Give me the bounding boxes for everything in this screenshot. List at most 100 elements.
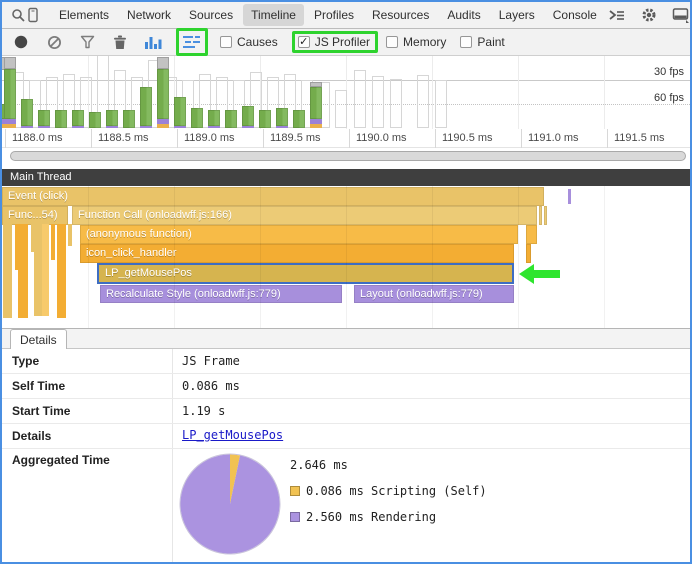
fps-frame-bar (55, 110, 67, 128)
fps-frame-outline (335, 90, 347, 128)
settings-gear-icon[interactable] (638, 4, 660, 26)
fps-overview-chart[interactable]: 30 fps 60 fps (2, 56, 690, 129)
fps-bar-purple-segment (276, 126, 288, 128)
flame-sliver[interactable] (526, 244, 531, 263)
main-thread-label: Main Thread (10, 171, 72, 183)
horizontal-scrollbar[interactable] (10, 151, 686, 161)
details-tab[interactable]: Details (10, 329, 67, 350)
gridline (174, 186, 175, 328)
overview-bars-icon[interactable] (143, 32, 163, 52)
causes-checkbox[interactable]: Causes (220, 35, 278, 49)
console-drawer-icon[interactable] (606, 4, 628, 26)
gridline (432, 186, 433, 328)
fps-bar-gray-cap (157, 57, 169, 69)
gridline (604, 56, 605, 129)
flame-chart-view-icon[interactable] (182, 32, 202, 52)
fps-frame-bar (242, 106, 254, 126)
tab-audits[interactable]: Audits (439, 4, 488, 26)
inspect-element-icon[interactable] (10, 4, 26, 26)
details-row-self-time: Self Time 0.086 ms (2, 374, 690, 399)
fps-frame-bar (106, 110, 118, 126)
flame-bar-func-truncated[interactable]: Func...54) (2, 206, 68, 225)
fps-bar-gray-cap (310, 82, 322, 87)
ruler-label: 1191.0 ms (521, 129, 607, 148)
flame-stack-stripe (18, 224, 28, 318)
fps-frame-bar (276, 108, 288, 126)
gridline (432, 56, 433, 129)
pie-total: 2.646 ms (290, 458, 348, 472)
flame-bar-lp-getmousepos-selected[interactable]: LP_getMousePos (97, 263, 514, 284)
details-tabbar: Details (2, 328, 690, 349)
paint-checkbox[interactable]: Paint (460, 35, 504, 49)
flame-stack-stripe (51, 224, 55, 260)
flame-sliver[interactable] (544, 206, 547, 225)
flame-bar-icon-click-handler[interactable]: icon_click_handler (80, 244, 514, 263)
details-row-details: Details LP_getMousePos (2, 424, 690, 449)
main-thread-header[interactable]: Main Thread (2, 169, 690, 186)
clear-button[interactable] (44, 32, 64, 52)
green-arrow-icon (519, 264, 534, 284)
row-value: 0.086 ms (182, 379, 240, 393)
flame-chart[interactable]: Event (click) Func...54) Function Call (… (2, 186, 690, 328)
memory-checkbox-label: Memory (403, 35, 446, 49)
fps-bar-orange-segment (310, 124, 322, 128)
tab-elements[interactable]: Elements (51, 4, 117, 26)
fps-frame-outline (390, 79, 402, 128)
legend-text: 0.086 ms Scripting (Self) (306, 484, 487, 498)
flame-bar-function-call[interactable]: Function Call (onloadwff.js:166) (72, 206, 537, 225)
flame-stack-stripe (57, 224, 66, 318)
legend-text: 2.560 ms Rendering (306, 510, 436, 524)
paint-checkbox-label: Paint (477, 35, 504, 49)
legend-item-rendering: 2.560 ms Rendering (290, 510, 436, 524)
fps-frame-bar (174, 97, 186, 126)
trash-icon[interactable] (110, 32, 130, 52)
fps-frame-bar (38, 110, 50, 126)
flame-bar-event-click[interactable]: Event (click) (2, 187, 544, 206)
row-label: Self Time (12, 379, 65, 393)
fps-bar-purple-segment (174, 126, 186, 128)
flame-stack-stripe (34, 224, 42, 316)
fps-bar-orange-segment (157, 124, 169, 128)
details-table: Type JS Frame Self Time 0.086 ms Start T… (2, 349, 690, 564)
gridline (260, 186, 261, 328)
memory-checkbox-box (386, 36, 398, 48)
flame-stack-stripe (3, 224, 12, 318)
causes-checkbox-box (220, 36, 232, 48)
row-label: Type (12, 354, 39, 368)
flame-bar-anonymous-function[interactable]: (anonymous function) (80, 225, 518, 244)
rendering-swatch (290, 512, 300, 522)
fps-frame-bar (72, 110, 84, 126)
memory-checkbox[interactable]: Memory (386, 35, 446, 49)
devtools-window: Elements Network Sources Timeline Profil… (0, 0, 692, 564)
green-arrow-shaft (533, 270, 560, 278)
js-profiler-checkbox-label: JS Profiler (315, 35, 370, 49)
dock-side-icon[interactable] (670, 4, 692, 26)
tab-layers[interactable]: Layers (491, 4, 543, 26)
fps-frame-outline (354, 70, 366, 128)
tab-console[interactable]: Console (545, 4, 605, 26)
device-mode-icon[interactable] (26, 4, 40, 26)
record-button[interactable] (11, 32, 31, 52)
tab-timeline[interactable]: Timeline (243, 4, 304, 26)
flame-sliver[interactable] (539, 206, 542, 225)
tab-resources[interactable]: Resources (364, 4, 437, 26)
gridline (604, 186, 605, 328)
fps-bar-purple-segment (38, 126, 50, 128)
ruler-label: 1190.0 ms (349, 129, 435, 148)
filter-icon[interactable] (77, 32, 97, 52)
tab-profiles[interactable]: Profiles (306, 4, 362, 26)
tab-sources[interactable]: Sources (181, 4, 241, 26)
gridline (518, 56, 519, 129)
flame-purple-tick[interactable] (568, 189, 571, 204)
js-profiler-checkbox[interactable]: JS Profiler (298, 35, 370, 49)
flame-bar-layout[interactable]: Layout (onloadwff.js:779) (354, 285, 514, 303)
details-row-type: Type JS Frame (2, 349, 690, 374)
flame-sliver[interactable] (526, 225, 537, 244)
tab-network[interactable]: Network (119, 4, 179, 26)
fps-frame-bar (123, 110, 135, 128)
timeline-ruler[interactable]: 1188.0 ms 1188.5 ms 1189.0 ms 1189.5 ms … (2, 129, 690, 148)
flame-stack-stripe (42, 224, 49, 316)
flame-bar-recalculate-style[interactable]: Recalculate Style (onloadwff.js:779) (100, 285, 342, 303)
lp-getmousepos-link[interactable]: LP_getMousePos (182, 428, 283, 442)
fps-frame-bar (259, 110, 271, 128)
